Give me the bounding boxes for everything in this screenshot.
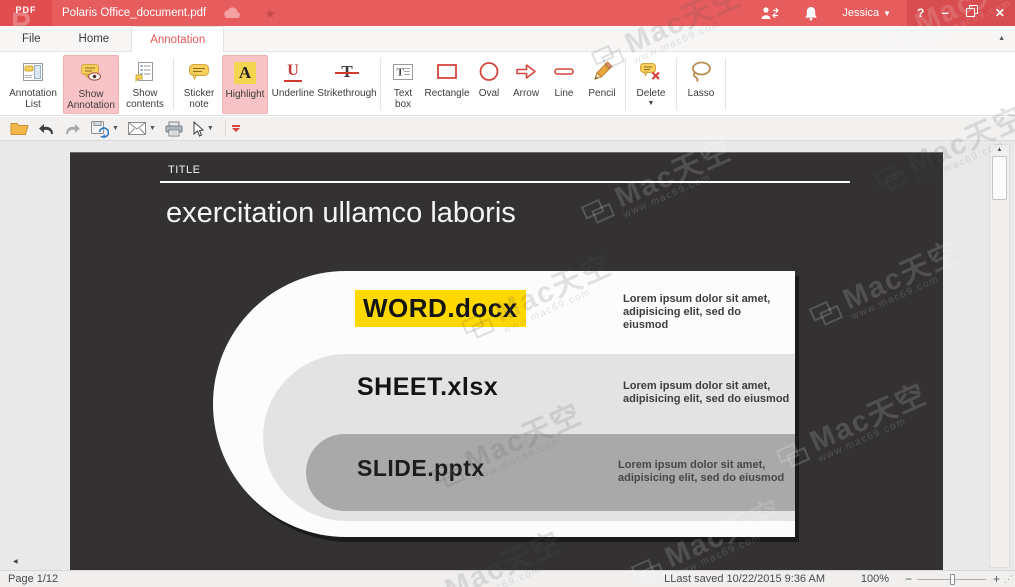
tab-home[interactable]: Home (63, 26, 126, 51)
zoom-slider-thumb[interactable] (950, 574, 955, 585)
annotation-ribbon: Annotation List Show Annotation Show con… (0, 53, 1015, 116)
document-title: Polaris Office_document.pdf (62, 7, 206, 19)
status-bar: Page 1/12 LLast saved 10/22/2015 9:36 AM… (0, 570, 1015, 587)
tab-file[interactable]: File (6, 26, 57, 51)
menu-bar: File Home Annotation ▲ (0, 26, 1015, 52)
title-rule (160, 181, 850, 183)
user-menu-caret-icon[interactable]: ▼ (883, 9, 891, 18)
quickbar-separator (225, 121, 226, 137)
close-button[interactable]: ✕ (995, 6, 1005, 20)
oval-icon (476, 58, 502, 86)
page-headline: exercitation ullamco laboris (166, 197, 516, 230)
scroll-up-icon[interactable]: ▲ (990, 147, 1009, 153)
arrow-icon (513, 58, 539, 86)
vertical-scrollbar[interactable]: ▲ (989, 144, 1010, 568)
resize-grip-icon[interactable]: ⋰ (1004, 574, 1013, 585)
svg-text:T: T (397, 67, 405, 79)
ribbon-separator (380, 58, 381, 110)
tab-annotation[interactable]: Annotation (131, 26, 224, 52)
ribbon-separator (625, 58, 626, 110)
item-sheet-desc: Lorem ipsum dolor sit amet, adipisicing … (623, 380, 815, 406)
polaris-logo: P (11, 9, 31, 26)
share-users-icon[interactable] (760, 6, 780, 20)
delete-annotation-icon (638, 58, 664, 86)
rectangle-button[interactable]: Rectangle (423, 55, 471, 114)
page-title-label: TITLE (168, 164, 200, 176)
zoom-out-button[interactable]: − (905, 572, 912, 586)
page-indicator: Page 1/12 (8, 573, 58, 585)
show-contents-icon (132, 58, 158, 86)
delete-dropdown-caret-icon[interactable]: ▼ (648, 100, 655, 107)
sticker-note-button[interactable]: Sticker note (178, 55, 220, 114)
show-annotation-icon (78, 59, 104, 87)
cloud-sync-icon[interactable] (222, 7, 242, 19)
ribbon-separator (676, 58, 677, 110)
select-cursor-icon[interactable]: ▼ (192, 121, 214, 137)
notifications-bell-icon[interactable] (804, 6, 818, 21)
item-slide-desc: Lorem ipsum dolor sit amet, adipisicing … (618, 459, 810, 485)
lasso-icon (688, 58, 714, 86)
show-contents-button[interactable]: Show contents (121, 55, 169, 114)
pencil-icon (589, 58, 615, 86)
item-slide-title: SLIDE.pptx (357, 455, 485, 482)
line-icon (551, 58, 577, 86)
minimize-button[interactable]: – (941, 8, 948, 18)
undo-icon[interactable] (38, 121, 55, 136)
strikethrough-icon: T (337, 58, 356, 86)
mail-icon[interactable]: ▼ (128, 122, 156, 135)
mail-dropdown-caret-icon[interactable]: ▼ (149, 125, 156, 132)
text-box-icon: T (390, 58, 416, 86)
underline-icon: U (284, 58, 302, 86)
vertical-scrollbar-thumb[interactable] (992, 156, 1007, 200)
document-viewport[interactable]: TITLE exercitation ullamco laboris WORD.… (0, 141, 1015, 570)
collapse-ribbon-icon[interactable]: ▲ (998, 35, 1005, 42)
zoom-level: 100% (861, 573, 889, 585)
open-folder-icon[interactable] (10, 121, 29, 136)
highlight-icon: A (234, 59, 256, 87)
pencil-button[interactable]: Pencil (583, 55, 621, 114)
ribbon-separator (173, 58, 174, 110)
text-box-button[interactable]: T Text box (385, 55, 421, 114)
window-controls: ? – ✕ (907, 0, 1015, 26)
polaris-office-window: PDF P Polaris Office_document.pdf ★ Jess… (0, 0, 1015, 587)
strikethrough-button[interactable]: T Strikethrough (318, 55, 376, 114)
ribbon-separator (725, 58, 726, 110)
show-annotation-button[interactable]: Show Annotation (63, 55, 119, 114)
underline-button[interactable]: U Underline (270, 55, 316, 114)
last-saved-text: LLast saved 10/22/2015 9:36 AM (664, 573, 825, 585)
customize-toolbar-icon[interactable] (232, 125, 240, 132)
user-menu[interactable]: Jessica (842, 7, 879, 19)
item-word-desc: Lorem ipsum dolor sit amet, adipisicing … (623, 293, 788, 332)
title-bar: PDF P Polaris Office_document.pdf ★ Jess… (0, 0, 1015, 26)
line-button[interactable]: Line (547, 55, 581, 114)
save-dropdown-caret-icon[interactable]: ▼ (112, 125, 119, 132)
save-sync-icon[interactable]: ▼ (90, 120, 119, 138)
sticker-note-icon (186, 58, 212, 86)
cursor-dropdown-caret-icon[interactable]: ▼ (207, 125, 214, 132)
delete-annotation-button[interactable]: Delete ▼ (630, 55, 672, 114)
highlight-button[interactable]: A Highlight (222, 55, 268, 114)
rectangle-icon (434, 58, 460, 86)
print-icon[interactable] (165, 121, 183, 137)
zoom-in-button[interactable]: + (993, 572, 1000, 586)
annotation-list-icon (20, 58, 46, 86)
favorite-star-icon[interactable]: ★ (264, 7, 276, 20)
item-word-title: WORD.docx (355, 290, 526, 327)
scroll-left-icon[interactable]: ◀ (13, 558, 18, 565)
item-sheet-title: SHEET.xlsx (357, 373, 498, 402)
maximize-button[interactable] (966, 4, 978, 22)
arrow-button[interactable]: Arrow (507, 55, 545, 114)
quick-access-toolbar: ▼ ▼ ▼ (0, 117, 1015, 141)
oval-button[interactable]: Oval (473, 55, 505, 114)
redo-icon[interactable] (64, 121, 81, 136)
annotation-list-button[interactable]: Annotation List (5, 55, 61, 114)
help-button[interactable]: ? (917, 6, 924, 20)
lasso-button[interactable]: Lasso (681, 55, 721, 114)
pdf-page: TITLE exercitation ullamco laboris WORD.… (70, 152, 943, 570)
